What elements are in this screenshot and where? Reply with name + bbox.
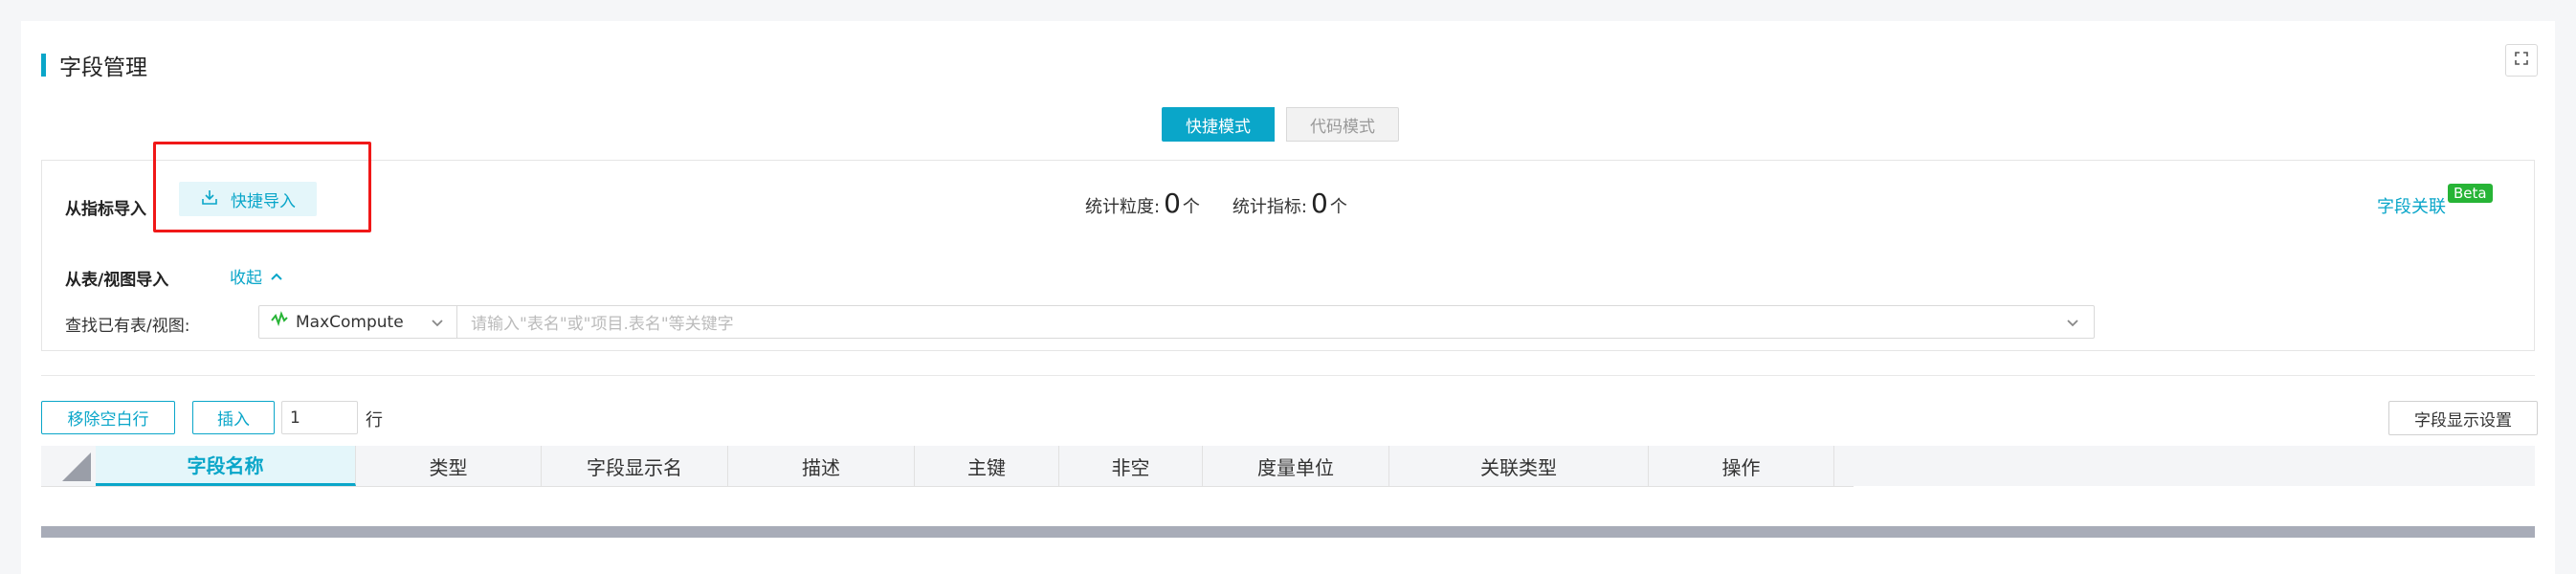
mode-switch: 快捷模式 代码模式	[1162, 107, 1399, 142]
column-header-description[interactable]: 描述	[728, 446, 915, 486]
chevron-down-icon	[430, 315, 445, 335]
collapse-toggle[interactable]: 收起	[230, 264, 283, 288]
import-from-metric-label: 从指标导入	[65, 200, 146, 219]
column-header-relation-type[interactable]: 关联类型	[1389, 446, 1649, 486]
column-header-field-name[interactable]: 字段名称	[96, 446, 356, 486]
select-all-corner[interactable]	[41, 446, 96, 486]
table-search-input[interactable]: 请输入"表名"或"项目.表名"等关键字	[456, 305, 2095, 339]
import-section: 从指标导入 快捷导入 统计粒度: 0 个 统计指标: 0 个 字段关联 Beta…	[41, 160, 2535, 351]
row-suffix-label: 行	[366, 410, 383, 430]
column-header-type[interactable]: 类型	[356, 446, 542, 486]
page-title-bar: 字段管理	[41, 50, 147, 80]
chevron-up-icon	[262, 267, 283, 286]
quick-mode-tab[interactable]: 快捷模式	[1162, 107, 1275, 142]
column-header-display-name[interactable]: 字段显示名	[542, 446, 728, 486]
granularity-count: 0	[1164, 188, 1181, 219]
field-management-panel: 字段管理 快捷模式 代码模式 从指标导入 快捷导入 统计粒度: 0 个 统计指标…	[21, 21, 2555, 574]
source-type-select[interactable]: MaxCompute	[258, 305, 457, 339]
beta-badge: Beta	[2448, 184, 2493, 203]
expand-icon	[2514, 51, 2529, 70]
column-header-primary-key[interactable]: 主键	[915, 446, 1059, 486]
column-header-actions[interactable]: 操作	[1649, 446, 1834, 486]
horizontal-scrollbar[interactable]	[41, 526, 2535, 538]
insert-count-input[interactable]	[281, 401, 358, 434]
insert-button[interactable]: 插入	[192, 401, 275, 434]
fullscreen-button[interactable]	[2505, 44, 2538, 77]
search-table-label: 查找已有表/视图:	[65, 317, 190, 336]
remove-blank-rows-button[interactable]: 移除空白行	[41, 401, 175, 434]
field-association-link[interactable]: 字段关联	[2377, 193, 2446, 218]
metric-unit: 个	[1329, 197, 1347, 217]
chevron-down-icon	[2065, 315, 2080, 335]
import-from-table-label: 从表/视图导入	[65, 271, 169, 290]
stats-summary: 统计粒度: 0 个 统计指标: 0 个	[1085, 188, 1380, 219]
granularity-label: 统计粒度:	[1085, 197, 1161, 217]
collapse-label: 收起	[230, 269, 262, 288]
page-title: 字段管理	[59, 55, 147, 80]
metric-count: 0	[1310, 188, 1328, 219]
column-header-unit[interactable]: 度量单位	[1203, 446, 1389, 486]
field-display-settings-button[interactable]: 字段显示设置	[2388, 401, 2538, 435]
quick-import-label: 快捷导入	[231, 191, 296, 211]
table-search-placeholder: 请输入"表名"或"项目.表名"等关键字	[471, 315, 734, 334]
maxcompute-icon	[271, 311, 288, 333]
column-header-not-null[interactable]: 非空	[1059, 446, 1203, 486]
code-mode-tab[interactable]: 代码模式	[1286, 107, 1399, 142]
field-grid-header: 字段名称 类型 字段显示名 描述 主键 非空 度量单位 关联类型 操作	[41, 446, 2535, 486]
metric-label: 统计指标:	[1232, 197, 1307, 217]
import-icon	[200, 188, 231, 211]
grid-header-bottom-border	[41, 486, 1854, 487]
title-accent-bar	[41, 54, 46, 77]
source-type-value: MaxCompute	[296, 312, 404, 332]
quick-import-button[interactable]: 快捷导入	[179, 182, 317, 216]
section-divider	[41, 375, 2535, 376]
granularity-unit: 个	[1182, 197, 1200, 217]
